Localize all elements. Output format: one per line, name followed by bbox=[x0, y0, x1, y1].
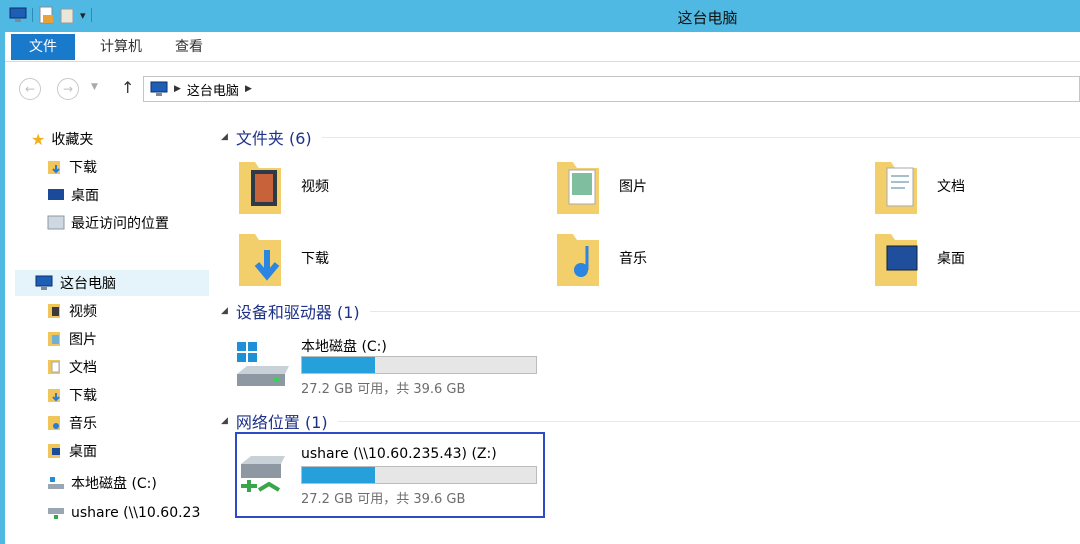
computer-icon bbox=[150, 81, 168, 96]
divider bbox=[337, 420, 1080, 422]
drive-usage-bar bbox=[301, 466, 537, 484]
navigation-bar: ← → ▼ ↑ ▶ 这台电脑 ▶ bbox=[5, 72, 1080, 106]
downloads-folder-icon bbox=[48, 389, 60, 402]
drive-usage-fill bbox=[302, 357, 375, 373]
network-drive-icon bbox=[48, 508, 64, 519]
back-button[interactable]: ← bbox=[19, 78, 41, 100]
pictures-folder-icon bbox=[48, 332, 60, 346]
sidebar-item-label: 这台电脑 bbox=[60, 276, 116, 292]
folder-downloads[interactable]: 下载 bbox=[237, 228, 329, 288]
divider bbox=[369, 310, 1080, 312]
videos-folder-icon bbox=[48, 304, 60, 318]
sidebar-item-label: 下载 bbox=[69, 388, 97, 404]
folder-label: 下载 bbox=[301, 251, 329, 267]
folder-label: 文档 bbox=[937, 179, 965, 195]
drive-name: ushare (\\10.60.235.43) (Z:) bbox=[301, 446, 497, 462]
folder-label: 图片 bbox=[619, 179, 647, 195]
documents-folder-icon bbox=[875, 162, 917, 214]
group-label: 网络位置 (1) bbox=[235, 413, 328, 432]
sidebar-item-label: ushare (\\10.60.23 bbox=[71, 505, 201, 521]
desktop-folder-icon bbox=[875, 234, 918, 286]
group-label: 设备和驱动器 (1) bbox=[235, 303, 360, 322]
sidebar-item-label: 视频 bbox=[69, 304, 97, 320]
collapse-triangle-icon[interactable]: ◢ bbox=[221, 416, 228, 426]
recent-locations-dropdown-icon[interactable]: ▼ bbox=[91, 82, 98, 92]
sidebar-item-label: 本地磁盘 (C:) bbox=[71, 476, 157, 492]
recent-places-icon bbox=[47, 215, 65, 230]
folder-label: 视频 bbox=[301, 179, 329, 195]
downloads-folder-icon bbox=[48, 161, 60, 174]
content-pane: ◢ 文件夹 (6) 视频 图片 文档 下载 音乐 桌面 ◢ 设备和驱动器 (1)… bbox=[215, 112, 1080, 544]
star-icon: ★ bbox=[31, 129, 46, 149]
folder-videos[interactable]: 视频 bbox=[237, 156, 329, 216]
drive-usage-bar bbox=[301, 356, 537, 374]
folder-label: 桌面 bbox=[937, 251, 965, 267]
network-drive-icon bbox=[241, 456, 285, 492]
pictures-folder-icon bbox=[557, 162, 599, 214]
sidebar-item-label: 收藏夹 bbox=[51, 132, 94, 148]
drive-capacity-text: 27.2 GB 可用，共 39.6 GB bbox=[301, 492, 466, 507]
forward-button[interactable]: → bbox=[57, 78, 79, 100]
music-folder-icon bbox=[557, 234, 599, 286]
up-button[interactable]: ↑ bbox=[121, 78, 134, 97]
tab-file[interactable]: 文件 bbox=[11, 34, 75, 60]
collapse-triangle-icon[interactable]: ◢ bbox=[221, 132, 228, 142]
desktop-icon bbox=[48, 189, 64, 200]
group-devices[interactable]: ◢ 设备和驱动器 (1) bbox=[221, 300, 1080, 322]
collapse-triangle-icon[interactable]: ◢ bbox=[221, 306, 228, 316]
desktop-folder-icon bbox=[48, 444, 60, 458]
sidebar-item-this-pc[interactable]: 这台电脑 bbox=[15, 270, 209, 296]
title-bar: ▾ 这台电脑 bbox=[5, 0, 1080, 32]
window-title: 这台电脑 bbox=[677, 9, 738, 27]
videos-folder-icon bbox=[239, 162, 281, 214]
music-folder-icon bbox=[48, 416, 60, 430]
sidebar-item-label: 文档 bbox=[69, 360, 97, 376]
tab-computer[interactable]: 计算机 bbox=[100, 32, 142, 62]
group-label: 文件夹 (6) bbox=[235, 129, 312, 148]
drive-local-c[interactable]: 本地磁盘 (C:) 27.2 GB 可用，共 39.6 GB bbox=[235, 332, 545, 412]
drive-usage-fill bbox=[302, 467, 375, 483]
sidebar-item-favorites[interactable]: ★ 收藏夹 bbox=[31, 126, 236, 152]
sidebar-item-label: 桌面 bbox=[69, 444, 97, 460]
chevron-right-icon[interactable]: ▶ bbox=[245, 84, 252, 94]
group-folders[interactable]: ◢ 文件夹 (6) bbox=[221, 126, 1080, 148]
drive-name: 本地磁盘 (C:) bbox=[301, 339, 387, 355]
folder-pictures[interactable]: 图片 bbox=[555, 156, 647, 216]
drive-icon bbox=[48, 477, 64, 489]
group-network-locations[interactable]: ◢ 网络位置 (1) bbox=[221, 410, 1080, 432]
drive-network-ushare[interactable]: ushare (\\10.60.235.43) (Z:) 27.2 GB 可用，… bbox=[235, 442, 545, 522]
folder-music[interactable]: 音乐 bbox=[555, 228, 647, 288]
sidebar-item-label: 桌面 bbox=[71, 188, 99, 204]
downloads-folder-icon bbox=[239, 234, 281, 286]
sidebar-item-label: 图片 bbox=[69, 332, 97, 348]
folder-documents[interactable]: 文档 bbox=[873, 156, 965, 216]
address-bar[interactable]: ▶ 这台电脑 ▶ bbox=[143, 76, 1080, 102]
ribbon-tabs: 文件 计算机 查看 bbox=[5, 32, 1080, 62]
sidebar-item-label: 下载 bbox=[69, 160, 97, 176]
local-disk-icon bbox=[237, 342, 289, 386]
tab-view[interactable]: 查看 bbox=[175, 32, 203, 62]
drive-capacity-text: 27.2 GB 可用，共 39.6 GB bbox=[301, 382, 466, 397]
sidebar-item-label: 最近访问的位置 bbox=[71, 216, 169, 232]
explorer-window: ▾ 这台电脑 文件 计算机 查看 ← → ▼ ↑ ▶ 这台电脑 ▶ ★ 收藏夹 … bbox=[0, 0, 1080, 544]
navigation-pane: ★ 收藏夹 下载 桌面 最近访问的位置 这台电脑 视频 图片 文档 下载 音乐 … bbox=[5, 112, 210, 544]
folder-desktop[interactable]: 桌面 bbox=[873, 228, 965, 288]
documents-folder-icon bbox=[48, 360, 60, 374]
sidebar-item-label: 音乐 bbox=[69, 416, 97, 432]
chevron-right-icon[interactable]: ▶ bbox=[174, 84, 181, 94]
folder-label: 音乐 bbox=[619, 251, 647, 267]
divider bbox=[321, 136, 1080, 138]
breadcrumb-this-pc[interactable]: 这台电脑 bbox=[187, 80, 239, 99]
computer-icon bbox=[35, 275, 53, 290]
